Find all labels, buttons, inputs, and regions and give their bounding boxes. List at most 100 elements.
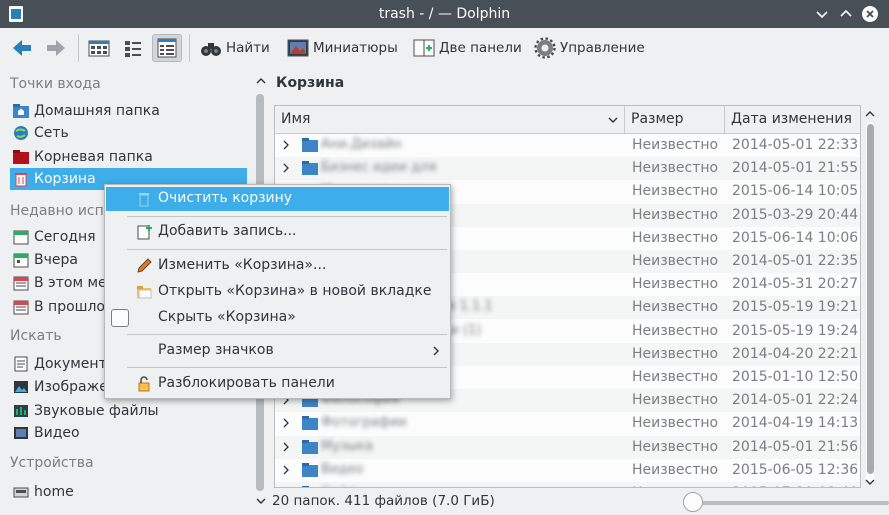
file-date: 2015-06-14 10:05 <box>732 183 859 200</box>
preview-button[interactable]: Миниатюры <box>287 34 398 62</box>
maximize-icon[interactable] <box>837 5 855 23</box>
file-date: 2014-05-01 21:56 <box>732 438 859 455</box>
menu-item-label: Размер значков <box>158 342 274 358</box>
trash-icon <box>15 173 27 187</box>
places-heading: Точки входа <box>10 76 101 92</box>
menu-item-empty-trash[interactable]: Очистить корзину <box>106 187 449 211</box>
sidebar-item-label: Вчера <box>34 252 78 268</box>
menu-item-edit[interactable]: Изменить «Корзина»... <box>106 254 449 278</box>
sidebar-item-network[interactable]: Сеть <box>10 122 247 144</box>
file-size: Неизвестно <box>632 438 719 455</box>
file-size: Неизвестно <box>632 392 719 409</box>
menu-item-label: Скрыть «Корзина» <box>158 309 296 325</box>
details-view-button[interactable] <box>152 34 182 62</box>
menu-item-open-new-tab[interactable]: Открыть «Корзина» в новой вкладке <box>106 280 449 304</box>
file-size: Неизвестно <box>632 345 719 362</box>
scroll-down-icon[interactable] <box>865 477 875 487</box>
gear-icon <box>534 37 556 59</box>
file-size: Неизвестно <box>632 253 719 269</box>
file-name: Видео <box>321 461 364 477</box>
column-name-header[interactable]: Имя <box>275 106 625 134</box>
sidebar-item-label: Сеть <box>34 125 69 141</box>
folder-icon <box>302 462 318 477</box>
sidebar-item-label: Корзина <box>34 171 96 187</box>
close-window-button[interactable] <box>861 5 879 23</box>
table-row[interactable]: Ани.Дизайн Неизвестно 2014-05-01 22:33 <box>275 134 860 157</box>
hide-checkbox[interactable] <box>111 309 129 327</box>
collapse-arrow-icon[interactable] <box>256 76 266 86</box>
column-size-header[interactable]: Размер <box>625 106 725 134</box>
file-date: 2015-06-05 12:36 <box>732 461 859 478</box>
sidebar-item-root[interactable]: Корневая папка <box>10 146 247 168</box>
menu-item-add-entry[interactable]: Добавить запись... <box>106 220 449 244</box>
minimize-icon[interactable] <box>813 5 831 23</box>
list-scrollbar-handle[interactable] <box>867 124 874 474</box>
calendar-yesterday-icon <box>13 253 29 268</box>
icons-view-button[interactable] <box>85 34 113 62</box>
sidebar-item-label: Документ <box>34 356 107 372</box>
file-size: Неизвестно <box>632 461 719 478</box>
image-icon <box>14 381 28 393</box>
folder-icon <box>302 161 318 176</box>
control-menu-button[interactable]: Управление <box>534 34 645 62</box>
search-heading: Искать <box>10 328 62 344</box>
file-date: 2014-05-31 20:27 <box>732 276 859 293</box>
menu-item-hide[interactable]: Скрыть «Корзина» <box>106 306 449 330</box>
menu-separator <box>127 334 447 335</box>
sidebar-item-audio[interactable]: Звуковые файлы <box>10 400 247 422</box>
table-row[interactable]: Фотографии Неизвестно 2014-04-19 14:13 <box>275 412 860 435</box>
menu-separator <box>127 216 447 217</box>
find-button[interactable]: Найти <box>200 34 270 62</box>
expand-chevron-icon[interactable] <box>282 138 290 152</box>
main-toolbar: Найти Миниатюры Две панели Управление <box>0 28 889 68</box>
chevron-down-icon[interactable] <box>256 496 266 506</box>
compact-view-button[interactable] <box>119 34 147 62</box>
file-name: Ани.Дизайн <box>321 137 402 152</box>
table-row[interactable]: Музыка Неизвестно 2014-05-01 21:56 <box>275 435 860 459</box>
video-icon <box>14 427 28 439</box>
split-view-button[interactable]: Две панели <box>413 34 522 62</box>
column-date-header[interactable]: Дата изменения <box>725 106 860 134</box>
sidebar-item-label: В прошло <box>34 299 105 315</box>
sidebar-item-home[interactable]: Домашняя папка <box>10 100 247 122</box>
zoom-slider-track[interactable] <box>690 501 889 505</box>
expand-chevron-icon[interactable] <box>282 161 290 175</box>
file-name: Фотографии <box>321 415 407 431</box>
file-date: 2015-01-10 12:50 <box>732 369 859 385</box>
sidebar-item-video[interactable]: Видео <box>10 422 247 444</box>
preview-label: Миниатюры <box>313 40 398 56</box>
sort-chevron-down-icon <box>608 117 618 123</box>
table-row[interactable]: Бизнес идеи для Неизвестно 2014-05-01 21:5… <box>275 157 860 181</box>
sidebar-item-label: Звуковые файлы <box>34 403 159 419</box>
file-size: Неизвестно <box>632 137 719 153</box>
menu-item-icon-size[interactable]: Размер значков <box>106 339 449 363</box>
expand-chevron-icon[interactable] <box>282 463 290 477</box>
sidebar-item-label: Видео <box>34 425 80 441</box>
find-label: Найти <box>226 40 270 56</box>
forward-button[interactable] <box>45 34 67 62</box>
audio-icon <box>14 405 28 417</box>
file-size: Неизвестно <box>632 369 719 385</box>
back-button[interactable] <box>11 34 33 62</box>
file-date: 2014-04-19 14:13 <box>732 415 859 432</box>
menu-separator <box>127 367 447 368</box>
binoculars-icon <box>201 43 221 56</box>
menu-item-label: Изменить «Корзина»... <box>158 257 327 273</box>
menu-item-unlock-panels[interactable]: Разблокировать панели <box>106 372 449 396</box>
file-date: 2015-05-19 19:21 <box>732 299 859 316</box>
sidebar-item-label: Сегодня <box>34 229 96 245</box>
dolphin-window: trash - / — Dolphin Найти Миниатюры Две … <box>0 0 889 515</box>
expand-chevron-icon[interactable] <box>282 416 290 430</box>
file-size: Неизвестно <box>632 206 719 223</box>
zoom-slider-handle[interactable] <box>683 492 703 512</box>
file-name: Музыка <box>321 438 373 454</box>
calendar-month-icon <box>13 300 29 315</box>
sidebar-item-label: Корневая папка <box>34 149 153 165</box>
expand-chevron-icon[interactable] <box>282 440 290 454</box>
status-text: 20 папок. 411 файлов (7.0 ГиБ) <box>272 493 495 509</box>
arrow-right-icon <box>47 40 65 56</box>
column-date-label: Дата изменения <box>731 111 852 127</box>
table-row[interactable]: Видео Неизвестно 2015-06-05 12:36 <box>275 459 860 482</box>
scroll-up-icon[interactable] <box>865 109 875 119</box>
network-icon <box>14 126 28 140</box>
